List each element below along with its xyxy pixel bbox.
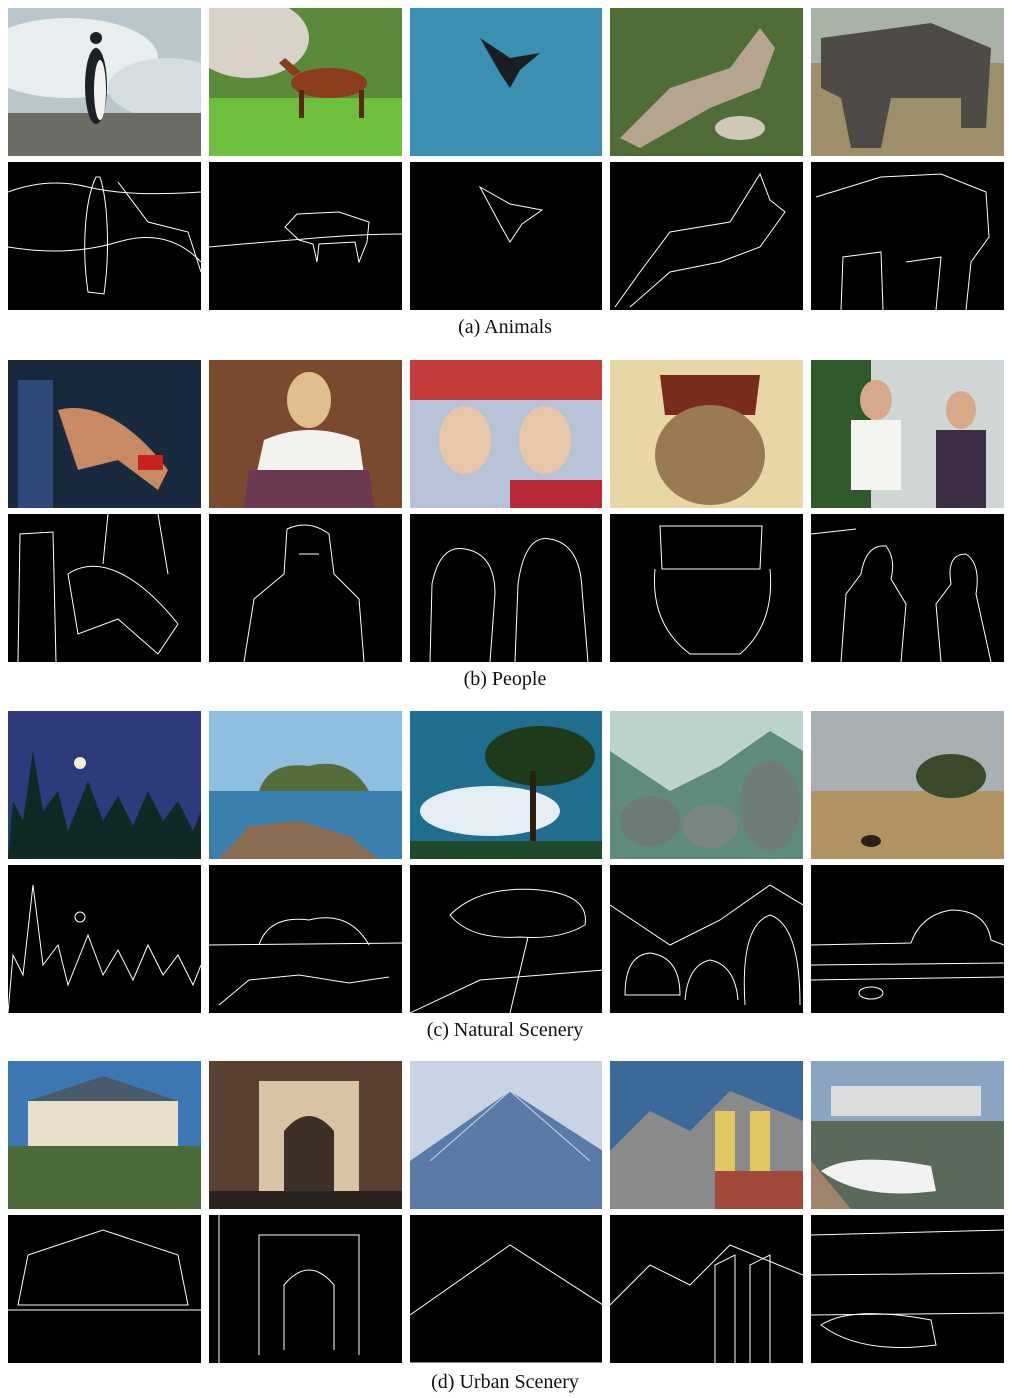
photo-horse: [208, 8, 402, 156]
group-natural-scenery: [8, 711, 1004, 1013]
photo-row-animals: [8, 8, 1004, 156]
photo-penguin: [8, 8, 201, 156]
group-animals: [8, 8, 1004, 310]
photo-swimmer: [8, 360, 201, 508]
edge-map-arch: [208, 1215, 402, 1363]
photo-kangaroo: [610, 8, 804, 156]
photo-two-women: [409, 360, 603, 508]
photo-arch: [208, 1061, 402, 1209]
edge-map-woman: [208, 514, 402, 662]
caption-people: (b) People: [463, 668, 547, 690]
photo-boat-building: [811, 1061, 1004, 1209]
photo-row-natural: [8, 711, 1004, 859]
photo-moon-trees: [8, 711, 201, 859]
photo-elephant: [811, 8, 1004, 156]
edge-row-urban: [8, 1215, 1004, 1363]
caption-urban-scenery: (d) Urban Scenery: [431, 1371, 579, 1393]
edge-map-two-women: [409, 514, 603, 662]
photo-couple: [811, 360, 1004, 508]
edge-map-glass-pyramid: [409, 1215, 603, 1363]
edge-map-man-fez: [610, 514, 804, 662]
edge-map-field-tree: [811, 865, 1004, 1013]
photo-man-fez: [610, 360, 804, 508]
photo-eagle: [409, 8, 603, 156]
edge-map-penguin: [8, 162, 201, 310]
photo-field-tree: [811, 711, 1004, 859]
edge-map-couple: [811, 514, 1004, 662]
photo-row-people: [8, 360, 1004, 508]
edge-map-chateau: [8, 1215, 201, 1363]
photo-valley-rocks: [610, 711, 804, 859]
photo-woman: [208, 360, 402, 508]
caption-animals: (a) Animals: [458, 316, 552, 338]
edge-map-elephant: [811, 162, 1004, 310]
edge-map-tree-sky: [409, 865, 603, 1013]
edge-map-boat-building: [811, 1215, 1004, 1363]
edge-row-people: [8, 514, 1004, 662]
photo-tree-sky: [409, 711, 603, 859]
edge-map-eagle: [409, 162, 603, 310]
edge-map-rock-island: [208, 865, 402, 1013]
edge-map-church-towers: [610, 1215, 804, 1363]
photo-row-urban: [8, 1061, 1004, 1209]
edge-map-swimmer: [8, 514, 201, 662]
edge-map-moon-trees: [8, 865, 201, 1013]
edge-map-horse: [208, 162, 402, 310]
group-people: [8, 360, 1004, 662]
photo-rock-island: [208, 711, 402, 859]
edge-map-valley-rocks: [610, 865, 804, 1013]
group-urban-scenery: [8, 1061, 1004, 1363]
edge-map-kangaroo: [610, 162, 804, 310]
photo-glass-pyramid: [409, 1061, 603, 1209]
photo-chateau: [8, 1061, 201, 1209]
edge-row-animals: [8, 162, 1004, 310]
edge-row-natural: [8, 865, 1004, 1013]
caption-natural-scenery: (c) Natural Scenery: [426, 1019, 584, 1041]
photo-church-towers: [610, 1061, 804, 1209]
